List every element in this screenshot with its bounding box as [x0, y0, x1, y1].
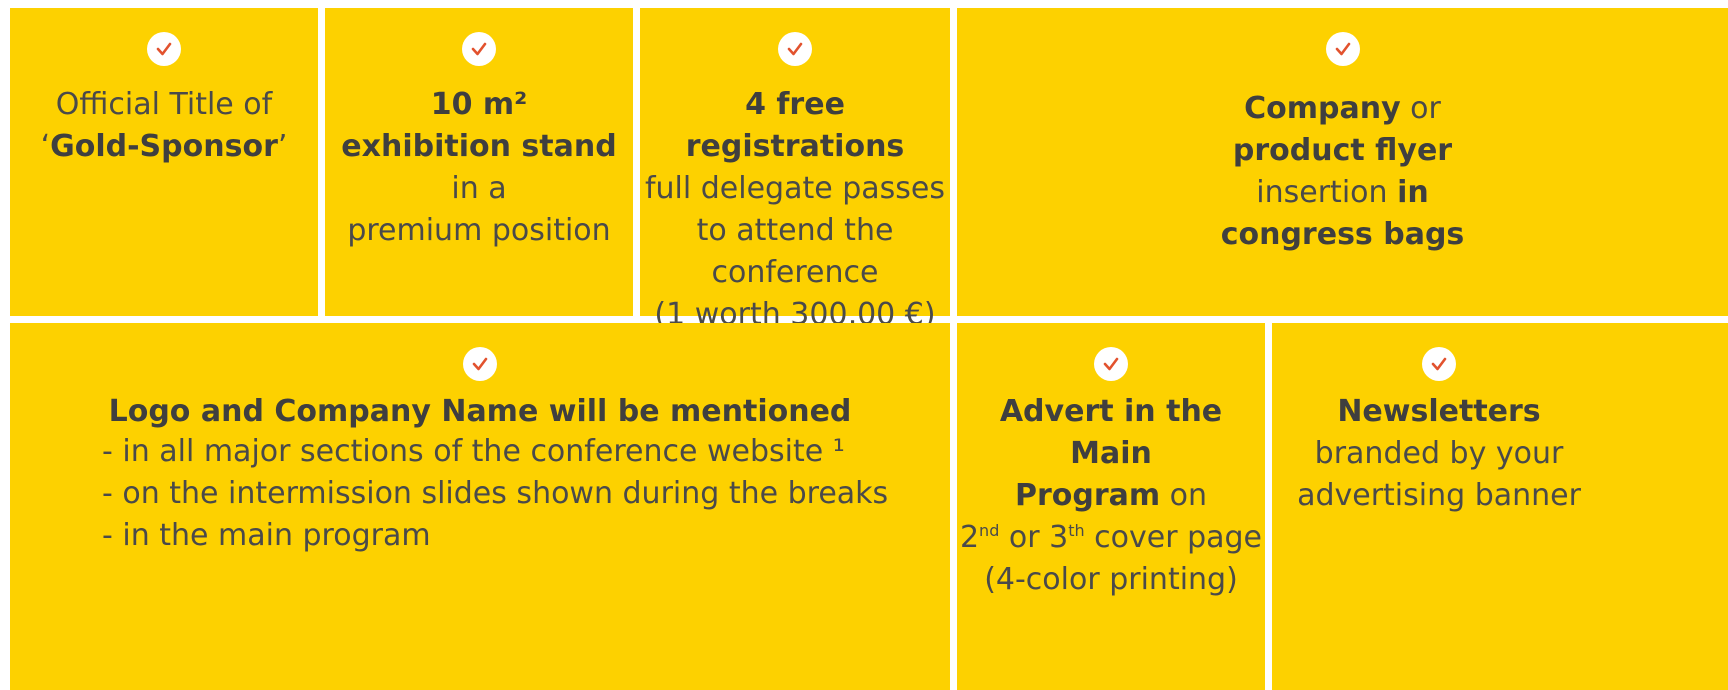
list-item: - on the intermission slides shown durin…	[102, 476, 889, 511]
list-item: - in all major sections of the conferenc…	[102, 434, 845, 469]
check-icon	[147, 32, 181, 66]
check-icon	[1422, 347, 1456, 381]
text-line: (4-color printing)	[984, 562, 1238, 597]
tile-text: Logo and Company Name will be mentioned	[10, 391, 950, 433]
bold-text: congress bags	[1220, 217, 1465, 252]
text-line: in a	[451, 171, 507, 206]
text-line: Program on	[1014, 478, 1208, 513]
tile-text: Advert in the Main Program on 2nd or 3th…	[957, 391, 1265, 601]
bold-text: Gold-Sponsor	[50, 129, 278, 164]
tile-text: 10 m² exhibition stand in a premium posi…	[325, 84, 633, 252]
text-line: branded by your	[1314, 436, 1564, 471]
text-line: advertising banner	[1297, 478, 1581, 513]
tile-flyer-insertion: Company or product flyer insertion in co…	[957, 8, 1728, 316]
tile-exhibition-stand: 10 m² exhibition stand in a premium posi…	[325, 8, 633, 316]
heading: Logo and Company Name will be mentioned	[108, 394, 852, 429]
list-item: - in the main program	[102, 518, 431, 553]
bold-text: 10 m²	[430, 87, 528, 122]
text-line: premium position	[347, 213, 611, 248]
text-line: full delegate passes	[644, 171, 946, 206]
bold-text: Newsletters	[1337, 394, 1541, 429]
bold-text: exhibition stand	[341, 129, 617, 164]
tile-text: Company or product flyer insertion in co…	[957, 88, 1728, 256]
text-line: 2nd or 3th cover page	[959, 520, 1263, 555]
tile-text: Newsletters branded by your advertising …	[1272, 391, 1606, 517]
tile-official-title: Official Title of ‘Gold-Sponsor’	[10, 8, 318, 316]
check-icon	[778, 32, 812, 66]
text-line: ‘Gold-Sponsor’	[40, 129, 288, 164]
check-icon	[463, 347, 497, 381]
bold-text: 4 free registrations	[685, 87, 905, 164]
bold-text: Advert in the Main	[999, 394, 1223, 471]
text-line: Company or	[1244, 91, 1441, 126]
tile-text: Official Title of ‘Gold-Sponsor’	[10, 84, 318, 168]
bold-text: product flyer	[1232, 133, 1453, 168]
check-icon	[1094, 347, 1128, 381]
tile-advert: Advert in the Main Program on 2nd or 3th…	[957, 323, 1265, 690]
text-line: insertion in	[1256, 175, 1429, 210]
text-line: Official Title of	[55, 87, 273, 122]
tile-text: 4 free registrations full delegate passe…	[640, 84, 950, 336]
tile-newsletters: Newsletters branded by your advertising …	[1272, 323, 1728, 690]
check-icon	[1325, 32, 1360, 66]
check-icon	[462, 32, 496, 66]
tile-registrations: 4 free registrations full delegate passe…	[640, 8, 950, 332]
tile-logo-mentions: Logo and Company Name will be mentioned …	[10, 323, 950, 690]
mention-list: - in all major sections of the conferenc…	[102, 431, 888, 557]
text-line: conference	[711, 255, 879, 290]
text-line: to attend the	[696, 213, 894, 248]
